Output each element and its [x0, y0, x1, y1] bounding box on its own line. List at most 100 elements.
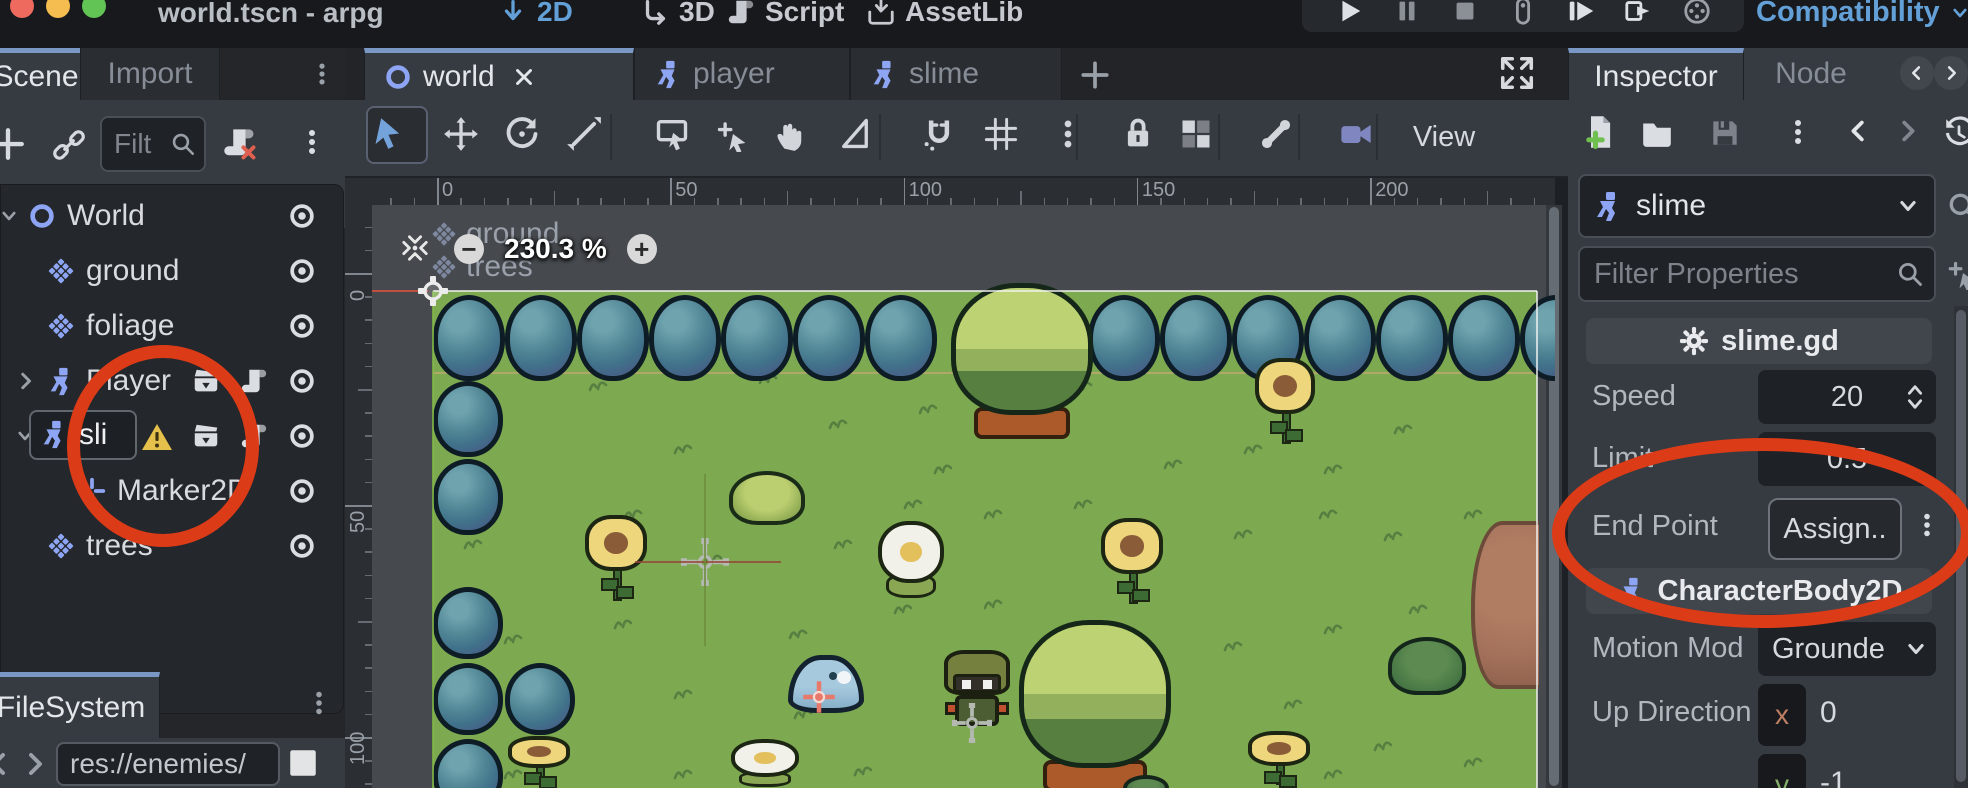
mode-button-2d[interactable]: 2D — [498, 0, 573, 28]
property-dropdown-motion-mod[interactable]: Grounde — [1758, 622, 1936, 676]
dock-tabs-menu-button[interactable] — [308, 60, 336, 93]
tool-bone-button[interactable] — [1258, 116, 1298, 156]
warning-button[interactable] — [141, 421, 173, 458]
movie-maker-button[interactable] — [1682, 0, 1712, 26]
dock-tab-scene[interactable]: Scene — [0, 48, 86, 100]
inspector-back-button[interactable] — [1844, 116, 1874, 151]
play-scene-button[interactable] — [1566, 0, 1596, 26]
history-button[interactable] — [1942, 116, 1968, 155]
filter-properties-input[interactable]: Filter Properties — [1578, 246, 1936, 302]
stepper-icon[interactable] — [1900, 382, 1930, 420]
visibility-toggle[interactable] — [287, 201, 317, 236]
scene-tab-world[interactable]: world — [364, 48, 634, 100]
zoom-in-button[interactable]: + — [627, 234, 657, 264]
assign-button[interactable]: Assign.. — [1768, 498, 1902, 560]
tool-scale-button[interactable] — [566, 116, 606, 156]
visibility-toggle[interactable] — [287, 311, 317, 346]
clapper-badge-button[interactable] — [191, 421, 221, 456]
tool-pan-button[interactable] — [772, 116, 812, 156]
tool-move-button[interactable] — [443, 116, 483, 156]
scene-tab-player[interactable]: player — [634, 48, 850, 100]
collapse-arrow[interactable] — [0, 204, 21, 233]
scene-tree-menu-button[interactable] — [296, 126, 328, 163]
tree-row-ground[interactable]: ground — [1, 248, 343, 296]
dock-prev-button[interactable] — [1900, 56, 1934, 90]
new-scene-tab-button[interactable] — [1078, 58, 1112, 97]
collapse-arrow[interactable] — [13, 369, 37, 398]
new-resource-button[interactable] — [1582, 114, 1618, 155]
dock-tab-inspector[interactable]: Inspector — [1568, 48, 1744, 100]
viewport-canvas[interactable]: ground trees − 230.3 % + — [372, 205, 1555, 788]
tool-lock-button[interactable] — [1120, 116, 1160, 156]
add-node-button[interactable] — [0, 124, 28, 169]
tool-list-select-button[interactable] — [654, 116, 694, 156]
dock-tab-filesystem[interactable]: FileSystem — [0, 672, 160, 738]
fs-back-button[interactable] — [0, 748, 16, 785]
tool-rotate-button[interactable] — [504, 116, 544, 156]
script-badge-button[interactable] — [239, 366, 269, 401]
load-resource-button[interactable] — [1640, 116, 1674, 155]
window-zoom-button[interactable] — [82, 0, 106, 18]
property-menu-button[interactable] — [1912, 510, 1942, 545]
canvas-scrollbar[interactable] — [1546, 205, 1562, 788]
dock-tab-import[interactable]: Import — [80, 48, 220, 100]
dock-tab-node[interactable]: Node — [1744, 48, 1878, 100]
remote-button[interactable] — [1508, 0, 1538, 26]
clapper-badge-button[interactable] — [191, 366, 221, 401]
mode-button-script[interactable]: Script — [726, 0, 844, 28]
tool-select-button[interactable] — [371, 116, 411, 156]
tree-row-player[interactable]: Player — [1, 358, 343, 406]
tool-group-button[interactable] — [1178, 116, 1218, 156]
renderer-selector[interactable]: Compatibility — [1756, 0, 1968, 29]
detach-script-button[interactable] — [222, 126, 258, 167]
property-value-limit[interactable]: 0.5 — [1758, 432, 1936, 486]
zoom-level[interactable]: 230.3 % — [504, 233, 607, 265]
inspector-forward-button[interactable] — [1892, 116, 1922, 151]
scene-tab-slime[interactable]: slime — [850, 48, 1062, 100]
filesystem-menu-button[interactable] — [304, 688, 334, 723]
tree-row-trees[interactable]: trees — [1, 523, 343, 571]
visibility-toggle[interactable] — [287, 531, 317, 566]
save-resource-button[interactable] — [1708, 116, 1742, 155]
tool-movie-cam-button[interactable] — [1338, 116, 1378, 156]
instance-scene-button[interactable] — [52, 128, 86, 167]
tree-row-foliage[interactable]: foliage — [1, 303, 343, 351]
fs-path-input[interactable]: res://enemies/ — [56, 742, 280, 786]
inspector-scrollbar[interactable] — [1954, 306, 1968, 788]
play-custom-button[interactable] — [1624, 0, 1654, 26]
tree-row-sli[interactable]: sli — [1, 413, 343, 461]
pause-button[interactable] — [1392, 0, 1422, 26]
script-badge-button[interactable] — [239, 421, 269, 456]
fs-forward-button[interactable] — [18, 748, 50, 785]
stop-button[interactable] — [1450, 0, 1480, 26]
view-menu-button[interactable]: View — [1396, 114, 1492, 160]
visibility-toggle[interactable] — [287, 256, 317, 291]
tool-ruler-tool-button[interactable] — [837, 116, 877, 156]
section-header-characterbody2d[interactable]: CharacterBody2D — [1586, 568, 1932, 614]
distraction-free-button[interactable] — [1498, 54, 1536, 97]
edited-object-selector[interactable]: slime — [1578, 174, 1936, 238]
rename-input[interactable]: sli — [29, 410, 137, 460]
property-value-speed[interactable]: 20 — [1758, 370, 1936, 424]
window-close-button[interactable] — [10, 0, 34, 18]
dock-next-button[interactable] — [1934, 56, 1968, 90]
axis-value-x[interactable]: 0 — [1820, 696, 1837, 730]
tree-row-marker2d[interactable]: Marker2D — [1, 468, 343, 516]
section-header-slime-gd[interactable]: slime.gd — [1586, 318, 1932, 364]
scene-filter-input[interactable]: Filt — [100, 116, 206, 172]
tree-row-world[interactable]: World — [1, 193, 343, 241]
tool-magnet-button[interactable] — [921, 116, 961, 156]
visibility-toggle[interactable] — [287, 366, 317, 401]
mode-button-3d[interactable]: 3D — [640, 0, 715, 28]
zoom-out-button[interactable]: − — [454, 234, 484, 264]
center-view-icon[interactable] — [400, 233, 430, 268]
resource-menu-button[interactable] — [1782, 116, 1814, 153]
play-button[interactable] — [1334, 0, 1364, 26]
close-tab-button[interactable] — [511, 64, 537, 90]
fs-file-thumbnail[interactable] — [286, 746, 320, 785]
window-minimize-button[interactable] — [46, 0, 70, 18]
tool-dots-v-button[interactable] — [1050, 116, 1090, 156]
mode-button-assetlib[interactable]: AssetLib — [866, 0, 1023, 28]
axis-value-y[interactable]: -1 — [1820, 766, 1847, 788]
tool-grid-button[interactable] — [983, 116, 1023, 156]
